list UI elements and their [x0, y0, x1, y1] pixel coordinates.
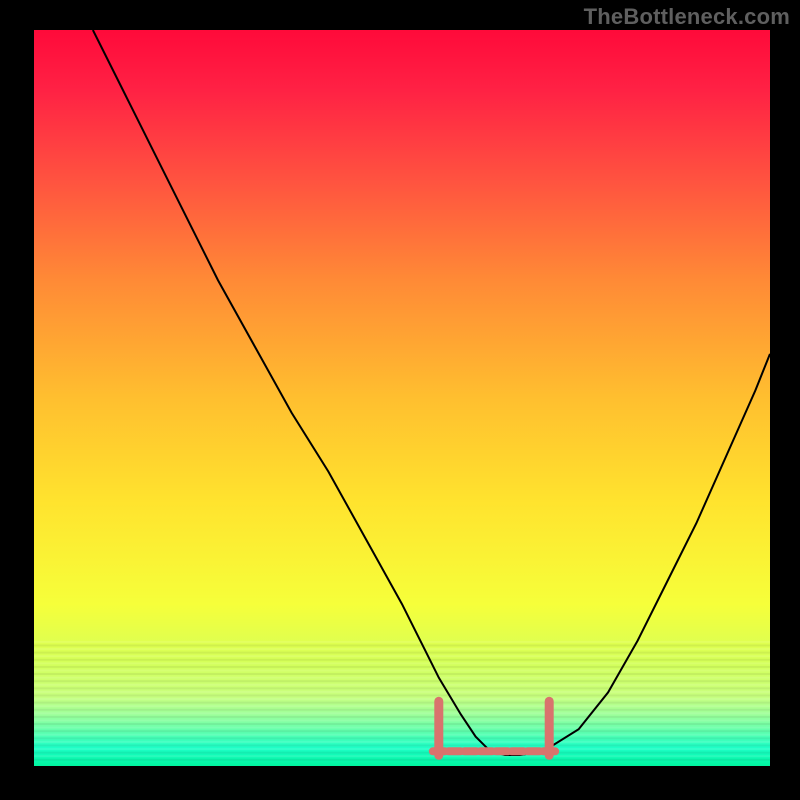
watermark-text: TheBottleneck.com — [584, 4, 790, 30]
plot-area — [34, 30, 770, 766]
plot-svg — [34, 30, 770, 766]
chart-frame: TheBottleneck.com — [0, 0, 800, 800]
